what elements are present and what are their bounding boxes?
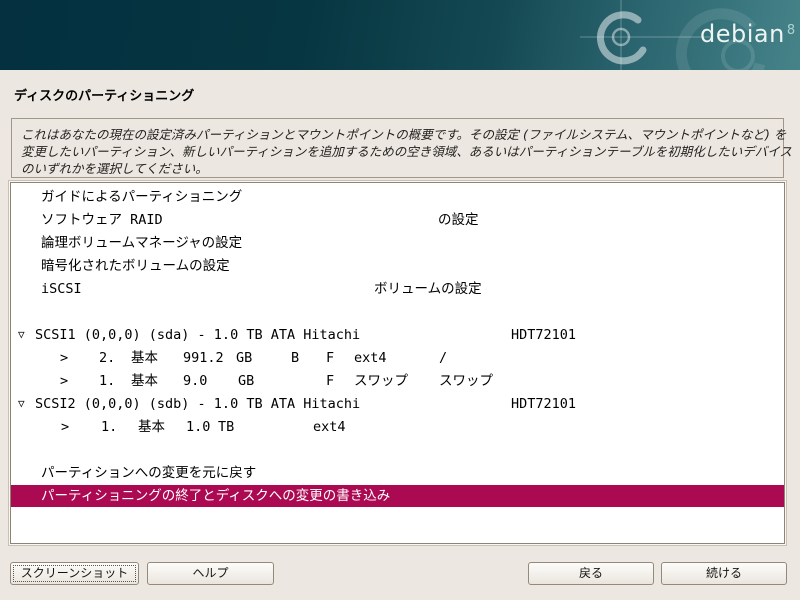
row-text: HDT72101 [511, 324, 576, 346]
row-text: 1. [99, 370, 115, 392]
description-line: 変更したいパーティション、新しいパーティションを追加するための空き領域、あるいは… [21, 143, 773, 160]
row-text: B [291, 347, 299, 369]
row-text: ext4 [313, 416, 346, 438]
page-title: ディスクのパーティショニング [14, 85, 194, 104]
help-button[interactable]: ヘルプ [147, 562, 274, 585]
row-text: パーティショニングの終了とディスクへの変更の書き込み [41, 485, 390, 507]
row-text: TB [218, 416, 234, 438]
debian-brand: debian8 [700, 20, 796, 48]
configure-lvm[interactable]: 論理ボリュームマネージャの設定 [11, 232, 784, 254]
row-text: F [326, 370, 334, 392]
header-banner: debian8 [0, 0, 800, 70]
description-line: これはあなたの現在の設定済みパーティションとマウントポイントの概要です。その設定… [21, 126, 773, 143]
finish-partitioning[interactable]: パーティショニングの終了とディスクへの変更の書き込み [11, 485, 784, 507]
spacer-row [11, 301, 784, 323]
row-text: 論理ボリュームマネージャの設定 [41, 232, 242, 254]
back-button[interactable]: 戻る [528, 562, 654, 585]
expander-down-icon: ▽ [18, 324, 25, 346]
row-text: 基本 [131, 370, 158, 392]
row-text: > [61, 416, 69, 438]
row-text: の設定 [438, 209, 479, 231]
brand-version: 8 [787, 23, 796, 38]
row-text: 基本 [138, 416, 165, 438]
expander-down-icon: ▽ [18, 393, 25, 415]
row-text: > [60, 370, 68, 392]
row-text: 基本 [131, 347, 158, 369]
row-text: GB [236, 347, 252, 369]
brand-text: debian [700, 20, 785, 48]
configure-encrypted-volumes[interactable]: 暗号化されたボリュームの設定 [11, 255, 784, 277]
row-text: スワップ [439, 370, 493, 392]
description-line: のいずれかを選択してください。 [21, 160, 773, 177]
partition-list: ガイドによるパーティショニングソフトウェア RAID の設定論理ボリュームマネージ… [10, 182, 785, 544]
row-text: iSCSI [41, 278, 82, 300]
row-text: パーティションへの変更を元に戻す [41, 462, 256, 484]
configure-iscsi[interactable]: iSCSI ボリュームの設定 [11, 278, 784, 300]
row-text: 1.0 [186, 416, 210, 438]
continue-button[interactable]: 続ける [661, 562, 787, 585]
description-box: これはあなたの現在の設定済みパーティションとマウントポイントの概要です。その設定… [11, 118, 784, 178]
partition-listbox: ガイドによるパーティショニングソフトウェア RAID の設定論理ボリュームマネージ… [8, 180, 787, 546]
row-text: / [439, 347, 447, 369]
partition-sda2[interactable]: >2. 基本 991.2 GB B Fext4 / [11, 347, 784, 369]
configure-software-raid[interactable]: ソフトウェア RAID の設定 [11, 209, 784, 231]
disk-sda[interactable]: ▽ SCSI1 (0,0,0) (sda) - 1.0 TB ATA Hitach… [11, 324, 784, 346]
row-text: ボリュームの設定 [374, 278, 482, 300]
row-text: SCSI2 (0,0,0) (sdb) - 1.0 TB ATA Hitachi [35, 393, 360, 415]
row-text: ext4 [354, 347, 387, 369]
row-text: 暗号化されたボリュームの設定 [41, 255, 230, 277]
partition-sdb1[interactable]: >1. 基本 1.0 TB ext4 [11, 416, 784, 438]
row-text: > [60, 347, 68, 369]
row-text: 2. [99, 347, 115, 369]
row-text: 9.0 [183, 370, 207, 392]
row-text: ソフトウェア RAID [41, 209, 163, 231]
row-text: 1. [101, 416, 117, 438]
screenshot-button[interactable]: スクリーンショット [10, 562, 139, 585]
undo-partition-changes[interactable]: パーティションへの変更を元に戻す [11, 462, 784, 484]
row-text: ガイドによるパーティショニング [41, 186, 242, 208]
row-text: HDT72101 [511, 393, 576, 415]
disk-sdb[interactable]: ▽ SCSI2 (0,0,0) (sdb) - 1.0 TB ATA Hitach… [11, 393, 784, 415]
row-text: 991.2 [183, 347, 224, 369]
partition-sda1[interactable]: >1. 基本 9.0 GB F スワップ スワップ [11, 370, 784, 392]
spacer-row [11, 439, 784, 461]
row-text: GB [238, 370, 254, 392]
guided-partitioning[interactable]: ガイドによるパーティショニング [11, 186, 784, 208]
row-text: SCSI1 (0,0,0) (sda) - 1.0 TB ATA Hitachi [35, 324, 360, 346]
row-text: スワップ [354, 370, 408, 392]
row-text: F [326, 347, 334, 369]
